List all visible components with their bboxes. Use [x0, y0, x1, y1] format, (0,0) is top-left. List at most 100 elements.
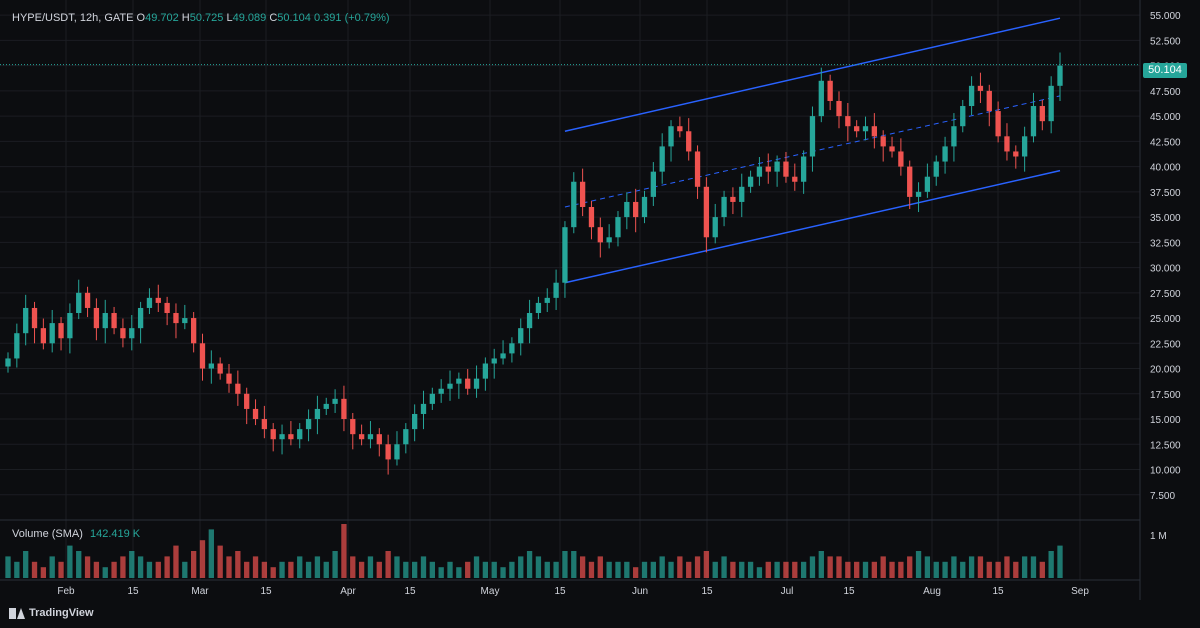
- volume-bar: [924, 556, 931, 578]
- candle-body: [137, 307, 144, 329]
- candle-body: [924, 176, 931, 192]
- time-tick-label: Aug: [923, 586, 941, 597]
- candle-body: [986, 90, 992, 112]
- ohlc-close: C50.104: [269, 12, 311, 24]
- candle-body: [1030, 106, 1037, 137]
- candle-body: [518, 328, 524, 344]
- volume-bar: [129, 551, 135, 578]
- volume-bar: [977, 556, 984, 578]
- candle-body: [889, 146, 895, 152]
- volume-bar: [23, 551, 29, 578]
- volume-bar: [606, 561, 612, 578]
- symbol-legend[interactable]: HYPE/USDT, 12h, GATE O49.702 H50.725 L49…: [12, 12, 390, 24]
- candle-body: [854, 126, 860, 132]
- volume-bar: [76, 551, 82, 578]
- candle-body: [420, 403, 427, 414]
- candle-body: [456, 378, 462, 384]
- candle-body: [615, 217, 621, 238]
- candle-body: [120, 328, 126, 339]
- candle-body: [155, 297, 161, 303]
- volume-bar: [58, 561, 64, 578]
- price-tick-label: 20.000: [1150, 365, 1181, 376]
- volume-bar: [111, 561, 117, 578]
- candle-body: [5, 358, 11, 367]
- candle-body: [783, 161, 789, 177]
- candle-body: [40, 328, 47, 344]
- candle-body: [641, 196, 648, 218]
- volume-bar: [261, 561, 268, 578]
- candle-body: [350, 419, 356, 435]
- candle-body: [606, 237, 612, 243]
- volume-bar: [615, 561, 621, 578]
- volume-bar: [244, 561, 250, 578]
- time-tick-label: 15: [701, 586, 713, 597]
- candle-body: [129, 328, 135, 339]
- volume-bar: [686, 561, 692, 578]
- volume-bar: [279, 561, 285, 578]
- candle-body: [1021, 136, 1028, 157]
- candle-body: [500, 353, 506, 359]
- volume-bar: [579, 556, 586, 578]
- candle-body: [827, 80, 833, 101]
- candle-body: [668, 126, 674, 147]
- symbol-title[interactable]: HYPE/USDT, 12h, GATE: [12, 12, 133, 24]
- candle-body: [739, 186, 745, 202]
- volume-bar: [730, 561, 736, 578]
- candle-body: [686, 131, 692, 152]
- candle-body: [403, 429, 409, 445]
- candle-body: [544, 297, 550, 303]
- candle-body: [977, 85, 984, 91]
- time-tick-label: Apr: [340, 586, 356, 597]
- candle-body: [76, 292, 82, 314]
- time-tick-label: Sep: [1071, 586, 1089, 597]
- candle-body: [447, 383, 453, 389]
- price-tick-label: 22.500: [1150, 339, 1181, 350]
- volume-bar: [783, 561, 789, 578]
- price-tick-label: 40.000: [1150, 163, 1181, 174]
- volume-bar: [429, 561, 435, 578]
- price-tick-label: 32.500: [1150, 238, 1181, 249]
- volume-bar: [1021, 556, 1028, 578]
- time-tick-label: May: [481, 586, 500, 597]
- candle-body: [694, 151, 701, 187]
- volume-bar: [951, 556, 957, 578]
- candle-body: [818, 80, 824, 117]
- volume-bar: [164, 556, 170, 578]
- volume-bar: [756, 567, 763, 578]
- candle-body: [845, 116, 851, 127]
- volume-bar: [836, 556, 842, 578]
- volume-bar: [544, 561, 550, 578]
- volume-bar: [367, 556, 374, 578]
- volume-bar: [385, 551, 391, 578]
- time-tick-label: Jul: [781, 586, 794, 597]
- candle-body: [146, 297, 153, 308]
- price-tick-label: 37.500: [1150, 188, 1181, 199]
- volume-bar: [49, 556, 55, 578]
- volume-bar: [394, 556, 400, 578]
- candle-body: [49, 323, 55, 344]
- time-tick-label: Mar: [191, 586, 209, 597]
- candle-body: [579, 181, 586, 207]
- volume-bar: [146, 561, 153, 578]
- volume-bar: [968, 556, 975, 578]
- candle-body: [102, 313, 108, 329]
- candle-body: [305, 419, 312, 430]
- time-tick-label: 15: [127, 586, 139, 597]
- candle-body: [951, 126, 957, 147]
- tradingview-logo[interactable]: TradingView: [9, 607, 94, 619]
- price-tick-label: 7.500: [1150, 491, 1175, 502]
- price-tick-label: 15.000: [1150, 415, 1181, 426]
- volume-bar: [526, 551, 533, 578]
- volume-bar: [889, 561, 895, 578]
- candle-body: [703, 186, 710, 238]
- candle-body: [111, 313, 117, 329]
- volume-bar: [703, 551, 710, 578]
- candle-body: [721, 196, 727, 218]
- ohlc-high: H50.725: [181, 12, 224, 24]
- volume-bar: [84, 556, 91, 578]
- volume-legend[interactable]: Volume (SMA) 142.419 K: [12, 528, 140, 540]
- candle-body: [907, 166, 913, 197]
- volume-bar: [1048, 551, 1054, 578]
- chart-canvas[interactable]: 55.00052.50050.00047.50045.00042.50040.0…: [0, 0, 1200, 628]
- volume-bar: [597, 556, 603, 578]
